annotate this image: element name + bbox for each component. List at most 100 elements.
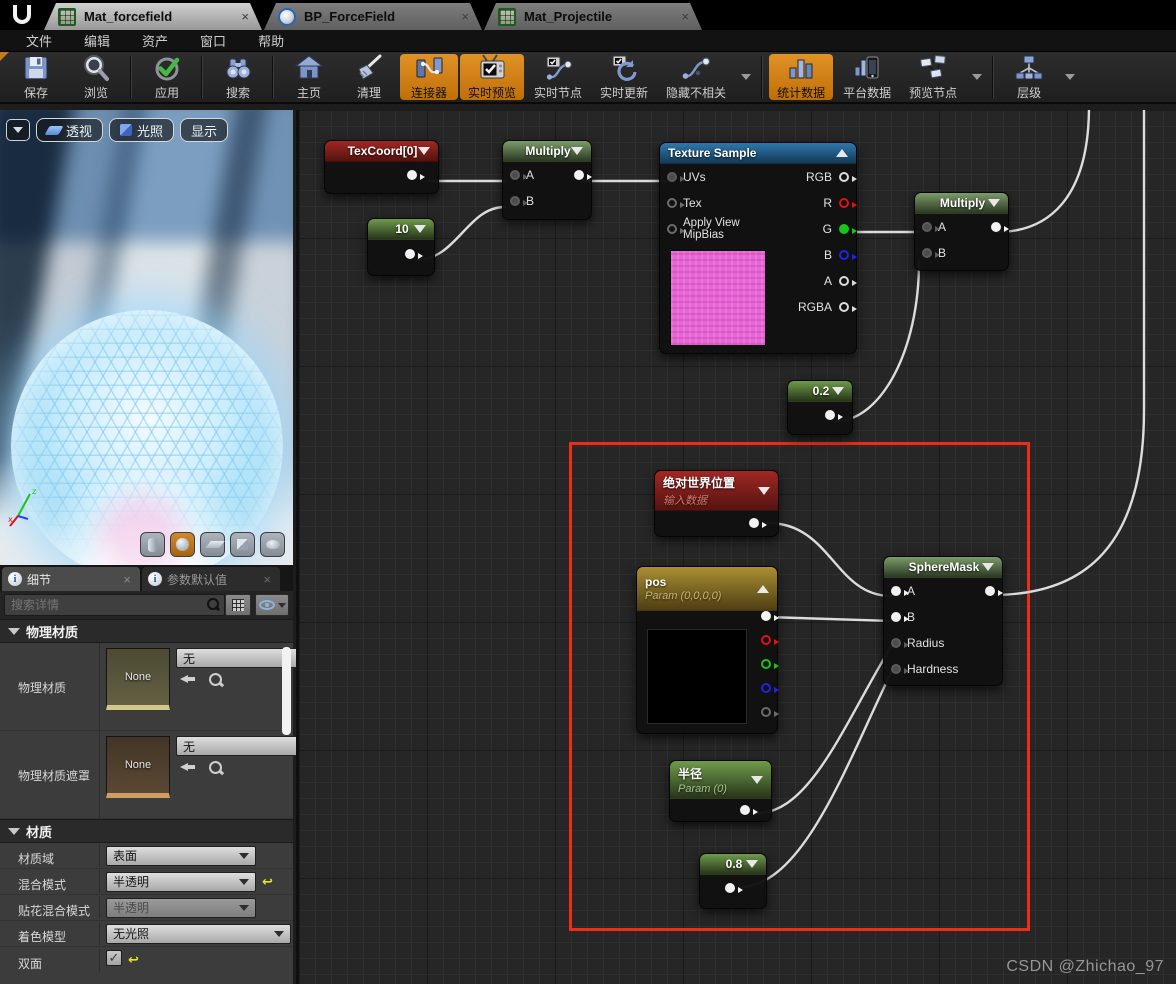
input-pin-b[interactable] xyxy=(922,248,940,258)
input-pin-a[interactable] xyxy=(510,170,528,180)
connectors-button[interactable]: 连接器 xyxy=(400,54,458,100)
view-options-button[interactable] xyxy=(255,594,289,616)
node-header[interactable]: 0.2 xyxy=(788,381,852,402)
chevron-down-icon[interactable] xyxy=(751,775,763,784)
input-pin-mipbias[interactable] xyxy=(667,224,685,234)
chevron-down-icon[interactable] xyxy=(746,860,758,868)
chevron-down-icon[interactable] xyxy=(982,563,994,571)
node-header[interactable]: 绝对世界位置 输入数据 xyxy=(655,471,778,511)
asset-tab-mat-projectile[interactable]: Mat_Projectile × xyxy=(484,3,702,30)
chevron-down-icon[interactable] xyxy=(972,74,983,80)
use-selected-asset-icon[interactable] xyxy=(180,760,196,774)
chevron-down-icon[interactable] xyxy=(758,486,770,495)
node-header[interactable]: SphereMask xyxy=(884,557,1002,578)
node-header[interactable]: Texture Sample xyxy=(660,143,856,164)
stats-button[interactable]: 统计数据 xyxy=(769,54,834,100)
chevron-up-icon[interactable] xyxy=(757,584,769,593)
output-pin[interactable] xyxy=(740,805,758,815)
tab-details[interactable]: i 细节 × xyxy=(2,567,140,591)
menu-file[interactable]: 文件 xyxy=(10,31,68,50)
chevron-down-icon[interactable] xyxy=(988,199,1000,207)
menu-help[interactable]: 帮助 xyxy=(242,31,300,50)
show-button[interactable]: 显示 xyxy=(180,118,229,142)
use-selected-asset-icon[interactable] xyxy=(180,672,196,686)
reset-to-default-icon[interactable]: ↩ xyxy=(128,950,139,970)
menu-window[interactable]: 窗口 xyxy=(184,31,242,50)
node-sphere-mask[interactable]: SphereMask A B Radius Hardness xyxy=(883,556,1003,686)
chevron-down-icon[interactable] xyxy=(741,74,752,80)
node-pos-parameter[interactable]: pos Param (0,0,0,0) xyxy=(636,566,779,734)
output-pin[interactable] xyxy=(405,249,423,259)
section-material[interactable]: 材质 xyxy=(0,819,293,843)
output-pin[interactable] xyxy=(725,883,743,893)
output-pin-rgb[interactable] xyxy=(839,172,857,182)
node-multiply-1[interactable]: Multiply A B xyxy=(502,140,592,220)
close-icon[interactable]: × xyxy=(260,572,274,587)
tab-parameter-defaults[interactable]: i 参数默认值 × xyxy=(142,567,280,591)
close-icon[interactable]: × xyxy=(120,572,134,587)
browse-to-asset-icon[interactable] xyxy=(208,760,224,776)
lit-mode-button[interactable]: 光照 xyxy=(109,118,175,142)
input-pin-a[interactable] xyxy=(891,586,909,596)
output-pin-r[interactable] xyxy=(839,198,857,208)
output-pin[interactable] xyxy=(574,170,592,180)
input-pin-radius[interactable] xyxy=(891,638,909,648)
node-header[interactable]: TexCoord[0] xyxy=(325,141,438,162)
output-pin[interactable] xyxy=(407,170,425,180)
chevron-up-icon[interactable] xyxy=(836,149,848,157)
two-sided-checkbox[interactable]: ✓ xyxy=(106,950,122,966)
platform-stats-button[interactable]: 平台数据 xyxy=(835,54,899,100)
close-icon[interactable]: × xyxy=(458,9,472,24)
asset-tab-bp-forcefield[interactable]: BP_ForceField × xyxy=(264,3,482,30)
save-button[interactable]: 保存 xyxy=(7,54,65,100)
home-button[interactable]: 主页 xyxy=(280,54,338,100)
apply-button[interactable]: 应用 xyxy=(138,54,196,100)
browse-button[interactable]: 浏览 xyxy=(67,54,125,100)
browse-to-asset-icon[interactable] xyxy=(208,672,224,688)
asset-tab-mat-forcefield[interactable]: Mat_forcefield × xyxy=(44,3,262,30)
chevron-down-icon[interactable] xyxy=(414,225,426,233)
input-pin-b[interactable] xyxy=(510,196,528,206)
blend-mode-select[interactable]: 半透明 xyxy=(106,871,256,892)
input-pin-hardness[interactable] xyxy=(891,664,909,674)
node-radius-parameter[interactable]: 半径 Param (0) xyxy=(669,760,772,822)
output-pin[interactable] xyxy=(749,518,767,528)
live-nodes-button[interactable]: 实时节点 xyxy=(526,54,590,100)
shape-cylinder-button[interactable] xyxy=(140,532,165,557)
input-pin-uvs[interactable] xyxy=(667,172,685,182)
chevron-down-icon[interactable] xyxy=(1065,74,1076,80)
live-preview-button[interactable]: 实时预览 xyxy=(460,53,525,100)
shape-sphere-button[interactable] xyxy=(170,532,195,557)
node-header[interactable]: Multiply xyxy=(915,193,1008,214)
output-pin[interactable] xyxy=(985,586,1003,596)
node-texcoord[interactable]: TexCoord[0] xyxy=(324,140,439,194)
output-pin-a[interactable] xyxy=(839,276,857,286)
input-pin-b[interactable] xyxy=(891,612,909,622)
output-pin-g[interactable] xyxy=(761,659,779,669)
node-constant-0-2[interactable]: 0.2 xyxy=(787,380,853,435)
shape-teapot-button[interactable] xyxy=(260,532,285,557)
input-pin-a[interactable] xyxy=(922,222,940,232)
asset-thumbnail[interactable]: None xyxy=(106,648,170,710)
node-header[interactable]: 10 xyxy=(368,219,434,240)
node-texture-sample[interactable]: Texture Sample UVs Tex Apply View MipBia… xyxy=(659,142,857,354)
section-physical-material[interactable]: 物理材质 xyxy=(0,619,293,643)
asset-thumbnail[interactable]: None xyxy=(106,736,170,798)
search-input[interactable] xyxy=(4,594,225,616)
unreal-logo[interactable] xyxy=(0,0,44,30)
menu-asset[interactable]: 资产 xyxy=(126,31,184,50)
live-update-button[interactable]: 实时更新 xyxy=(592,54,656,100)
output-pin-a[interactable] xyxy=(761,707,779,717)
chevron-down-icon[interactable] xyxy=(571,147,583,155)
node-header[interactable]: 0.8 xyxy=(700,854,766,875)
chevron-down-icon[interactable] xyxy=(418,147,430,155)
hide-unrelated-button[interactable]: 隐藏不相关 xyxy=(658,54,734,100)
output-pin-r[interactable] xyxy=(761,635,779,645)
perspective-button[interactable]: 透视 xyxy=(36,118,104,142)
node-world-position[interactable]: 绝对世界位置 输入数据 xyxy=(654,470,779,537)
output-pin-rgba[interactable] xyxy=(839,302,857,312)
close-icon[interactable]: × xyxy=(678,9,692,24)
material-graph-canvas[interactable]: TexCoord[0] Multiply A B Texture Sample … xyxy=(296,110,1176,984)
node-multiply-2[interactable]: Multiply A B xyxy=(914,192,1009,271)
output-pin-b[interactable] xyxy=(761,683,779,693)
